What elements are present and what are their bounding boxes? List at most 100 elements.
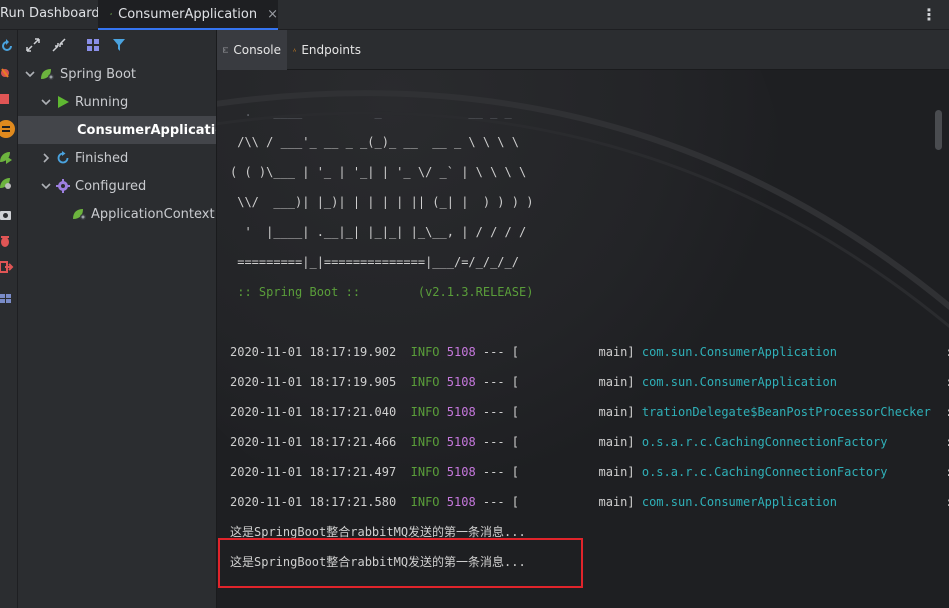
log-logger: com.sun.ConsumerApplication — [641, 345, 837, 359]
console-icon — [223, 47, 229, 53]
tab-label: Endpoints — [301, 43, 361, 57]
tree-item-finished[interactable]: Finished — [18, 144, 216, 172]
log-logger: o.s.a.r.c.CachingConnectionFactory — [641, 435, 888, 449]
log-thread: main — [598, 375, 628, 389]
tree-item-label: Running — [75, 94, 129, 110]
action-strip — [0, 30, 18, 608]
debug-icon[interactable] — [0, 66, 14, 80]
log-thread: main — [598, 405, 628, 419]
debug-config-icon[interactable] — [0, 176, 14, 190]
log-level: INFO — [410, 465, 440, 479]
log-pid: 5108 — [446, 375, 476, 389]
log-level: INFO — [410, 375, 440, 389]
log-pid: 5108 — [446, 465, 476, 479]
log-level: INFO — [410, 345, 440, 359]
tab-console[interactable]: Console — [217, 30, 287, 70]
tree-item-label: Configured — [75, 178, 147, 194]
console-tabs: Console Endpoints — [217, 30, 949, 70]
banner-version-line: :: Spring Boot :: (v2.1.3.RELEASE) — [230, 285, 534, 299]
log-time: 2020-11-01 18:17:19.905 — [230, 375, 397, 389]
run-icon — [58, 96, 69, 108]
log-pad — [837, 495, 938, 509]
rerun-icon[interactable] — [0, 39, 14, 53]
log-logger: com.sun.ConsumerApplication — [641, 375, 837, 389]
log-time: 2020-11-01 18:17:19.902 — [230, 345, 397, 359]
expand-all-icon[interactable] — [26, 38, 40, 52]
filter-icon[interactable] — [112, 38, 126, 52]
banner-line: ( ( )\___ | '_ | '_| | '_ \/ _` | \ \ \ … — [230, 165, 527, 179]
log-line: 2020-11-01 18:17:21.466 INFO 5108 --- [ … — [230, 434, 949, 450]
log-time: 2020-11-01 18:17:21.497 — [230, 465, 397, 479]
tab-label: Console — [233, 43, 281, 57]
spring-boot-icon — [73, 209, 86, 220]
endpoints-icon — [293, 48, 297, 52]
log-line: 2020-11-01 18:17:21.497 INFO 5108 --- [ … — [230, 464, 949, 480]
tree-item-spring-boot[interactable]: Spring Boot — [18, 60, 216, 88]
spring-boot-icon — [110, 13, 113, 15]
log-time: 2020-11-01 18:17:21.466 — [230, 435, 397, 449]
log-pad — [931, 405, 938, 419]
run-dashboard-title: Run Dashboard: — [0, 6, 104, 21]
spring-boot-icon — [41, 69, 54, 80]
log-line: 2020-11-01 18:17:19.902 INFO 5108 --- [ … — [230, 344, 949, 360]
debugger-icon[interactable] — [0, 234, 14, 248]
log-thread: main — [598, 495, 628, 509]
layout-icon[interactable] — [0, 292, 14, 306]
log-pid: 5108 — [446, 435, 476, 449]
log-level: INFO — [410, 495, 440, 509]
tree-item-label: Finished — [75, 150, 129, 166]
tab-endpoints[interactable]: Endpoints — [287, 30, 367, 70]
log-logger: com.sun.ConsumerApplication — [641, 495, 837, 509]
banner-line: =========|_|==============|___/=/_/_/_/ — [230, 255, 519, 269]
camera-icon[interactable] — [0, 208, 14, 222]
top-bar: Run Dashboard: ConsumerApplication × ⋮ — [0, 0, 949, 30]
more-options-icon[interactable]: ⋮ — [921, 5, 937, 24]
stop-icon[interactable] — [0, 92, 14, 106]
finished-icon — [57, 151, 69, 164]
log-pid: 5108 — [446, 405, 476, 419]
banner-line: . ____ _ __ _ _ — [230, 105, 512, 119]
log-time: 2020-11-01 18:17:21.040 — [230, 405, 397, 419]
banner-line: \\/ ___)| |_)| | | | | || (_| | ) ) ) ) — [230, 195, 534, 209]
tree-item-label: Spring Boot — [60, 66, 137, 82]
run-dashboard-tree: Spring Boot Running ConsumerApplication … — [18, 30, 217, 608]
tree-item-label: ApplicationContext — [91, 206, 215, 222]
tree-item-consumer-application[interactable]: ConsumerApplication — [18, 116, 216, 144]
app-status-icon[interactable] — [0, 120, 16, 138]
gear-icon — [56, 179, 70, 193]
banner-line: ' |____| .__|_| |_|_| |_\__, | / / / / — [230, 225, 527, 239]
log-thread: main — [598, 465, 628, 479]
tree-toolbar — [18, 30, 216, 60]
collapse-all-icon[interactable] — [52, 38, 66, 52]
close-icon[interactable]: × — [267, 7, 278, 22]
log-logger: trationDelegate$BeanPostProcessorChecker — [641, 405, 931, 419]
log-pad — [837, 345, 938, 359]
exit-icon[interactable] — [0, 260, 14, 274]
tab-label: ConsumerApplication — [118, 6, 258, 22]
run-config-icon[interactable] — [0, 150, 14, 164]
log-time: 2020-11-01 18:17:21.580 — [230, 495, 397, 509]
chevron-right-icon[interactable] — [40, 152, 52, 164]
log-line: 2020-11-01 18:17:21.040 INFO 5108 --- [ … — [230, 404, 949, 420]
chevron-down-icon[interactable] — [24, 68, 36, 80]
log-level: INFO — [410, 405, 440, 419]
tree-item-label: ConsumerApplication — [77, 122, 216, 138]
tree-item-running[interactable]: Running — [18, 88, 216, 116]
group-by-icon[interactable] — [86, 38, 100, 52]
log-pad — [837, 375, 938, 389]
log-pad — [888, 435, 939, 449]
log-line: 2020-11-01 18:17:21.580 INFO 5108 --- [ … — [230, 494, 949, 510]
log-level: INFO — [410, 435, 440, 449]
tree-item-configured[interactable]: Configured — [18, 172, 216, 200]
tree-item-application-context[interactable]: ApplicationContext — [18, 200, 216, 228]
chevron-down-icon[interactable] — [40, 180, 52, 192]
tab-consumer-application[interactable]: ConsumerApplication × — [98, 0, 278, 30]
log-pad — [888, 465, 939, 479]
highlight-box — [218, 538, 583, 588]
chevron-down-icon[interactable] — [40, 96, 52, 108]
scrollbar-thumb[interactable] — [935, 110, 942, 150]
log-line: 2020-11-01 18:17:19.905 INFO 5108 --- [ … — [230, 374, 949, 390]
log-pid: 5108 — [446, 495, 476, 509]
banner-line: /\\ / ___'_ __ _ _(_)_ __ __ _ \ \ \ \ — [230, 135, 519, 149]
log-thread: main — [598, 435, 628, 449]
